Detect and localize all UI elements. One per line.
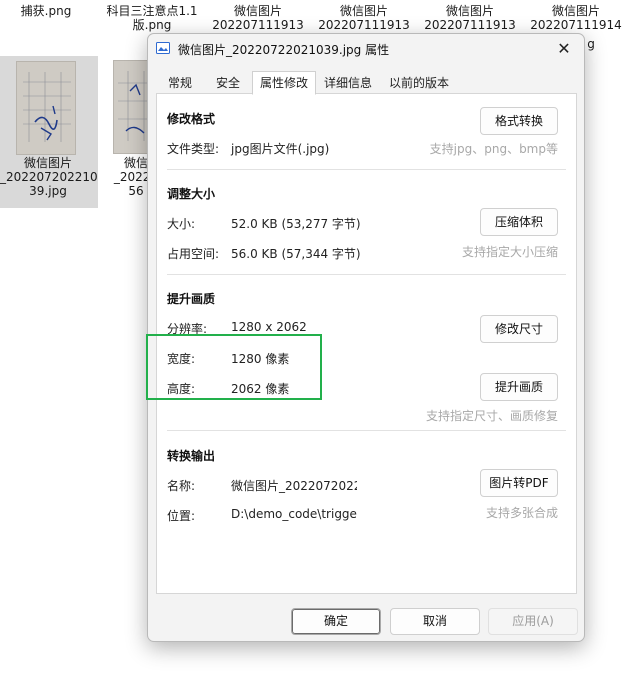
section-title-quality: 提升画质 [167, 292, 216, 306]
file-label-selected: 微信图片 _202207202210 39.jpg [0, 156, 98, 198]
location-label: 位置: [167, 509, 196, 523]
apply-button[interactable]: 应用(A) [488, 608, 578, 635]
resolution-value: 1280 x 2062 [231, 320, 307, 334]
resize-dimensions-button[interactable]: 修改尺寸 [480, 315, 558, 343]
cancel-button[interactable]: 取消 [390, 608, 480, 635]
enhance-quality-button[interactable]: 提升画质 [480, 373, 558, 401]
close-button[interactable]: ✕ [550, 37, 578, 61]
tab-security[interactable]: 安全 [204, 71, 252, 95]
disk-usage-label: 占用空间: [167, 247, 220, 261]
file-label-capture[interactable]: 捕获.png [6, 4, 86, 18]
location-value: D:\demo_code\trigge [231, 507, 357, 521]
dialog-titlebar[interactable]: 微信图片_20220722021039.jpg 属性 ✕ [148, 34, 584, 64]
file-label-wechat-4[interactable]: 微信图片 202207111914 [530, 4, 622, 32]
quality-hint: 支持指定尺寸、画质修复 [425, 409, 558, 423]
section-title-format: 修改格式 [167, 112, 216, 126]
name-value: 微信图片_2022072022 [231, 479, 357, 493]
format-convert-button[interactable]: 格式转换 [480, 107, 558, 135]
image-to-pdf-button[interactable]: 图片转PDF [480, 469, 558, 497]
size-value: 52.0 KB (53,277 字节) [231, 217, 361, 231]
tab-details[interactable]: 详细信息 [316, 71, 380, 95]
tab-general[interactable]: 常规 [156, 71, 204, 95]
format-hint: 支持jpg、png、bmp等 [429, 142, 558, 156]
section-title-export: 转换输出 [167, 449, 216, 463]
file-label-wechat-1[interactable]: 微信图片 202207111913 [212, 4, 304, 32]
compress-hint: 支持指定大小压缩 [461, 245, 558, 259]
image-file-icon [156, 42, 170, 54]
size-label: 大小: [167, 217, 196, 231]
divider [167, 274, 566, 275]
tab-previous-versions[interactable]: 以前的版本 [380, 71, 458, 95]
dialog-title: 微信图片_20220722021039.jpg 属性 [178, 43, 390, 57]
tab-attribute-modify[interactable]: 属性修改 [252, 71, 316, 95]
name-label: 名称: [167, 479, 196, 493]
file-thumbnail [16, 61, 76, 155]
compress-button[interactable]: 压缩体积 [480, 208, 558, 236]
disk-usage-value: 56.0 KB (57,344 字节) [231, 247, 361, 261]
file-type-value: jpg图片文件(.jpg) [231, 142, 330, 156]
divider [167, 430, 566, 431]
highlight-box [146, 334, 322, 400]
file-label-peek: g [587, 37, 595, 51]
file-type-label: 文件类型: [167, 142, 220, 156]
file-label-kemu[interactable]: 科目三注意点1.1 版.png [100, 4, 204, 32]
ok-button[interactable]: 确定 [291, 608, 381, 635]
divider [167, 169, 566, 170]
file-tile-selected[interactable]: 微信图片 _202207202210 39.jpg [0, 56, 98, 208]
file-label-wechat-3[interactable]: 微信图片 202207111913 [424, 4, 516, 32]
section-title-resize: 调整大小 [167, 187, 216, 201]
export-hint: 支持多张合成 [485, 506, 558, 520]
file-label-wechat-2[interactable]: 微信图片 202207111913 [318, 4, 410, 32]
close-icon: ✕ [557, 39, 571, 58]
